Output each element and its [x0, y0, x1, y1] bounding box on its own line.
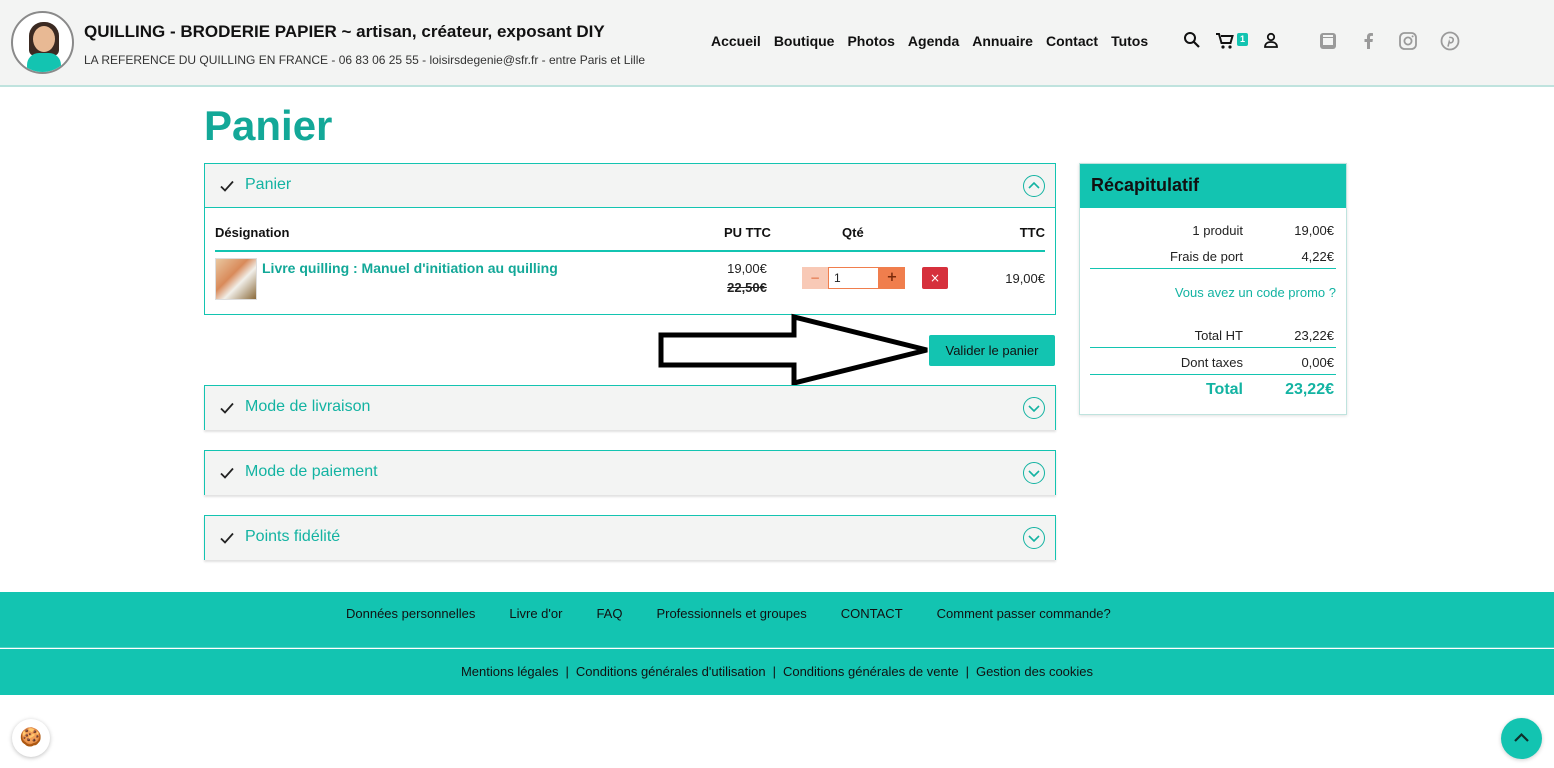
column-header-designation: Désignation [215, 225, 290, 240]
summary-row-total-ht: Total HT 23,22€ [1090, 322, 1336, 348]
summary-total-value: 23,22€ [1285, 381, 1334, 398]
chevron-down-icon[interactable] [1023, 527, 1045, 549]
scroll-to-top-button[interactable] [1501, 718, 1542, 759]
footer-link-legal-notice[interactable]: Mentions légales [461, 664, 559, 679]
delivery-panel[interactable]: Mode de livraison [204, 385, 1056, 430]
qty-decrement-button[interactable]: − [802, 267, 828, 289]
cart-count-badge: 1 [1237, 33, 1248, 46]
cookie-icon[interactable]: 🍪 [12, 719, 50, 757]
product-line-total: 19,00€ [1005, 271, 1045, 286]
facebook-icon[interactable] [1359, 31, 1379, 51]
footer-links-top: Données personnelles Livre d'or FAQ Prof… [346, 606, 1145, 621]
footer-link-faq[interactable]: FAQ [596, 606, 622, 621]
logo-body [27, 53, 61, 72]
footer-link-cookie-settings[interactable]: Gestion des cookies [976, 664, 1093, 679]
cart-icon[interactable] [1215, 31, 1235, 51]
nav-item-tutos[interactable]: Tutos [1111, 33, 1148, 49]
delivery-panel-header[interactable]: Mode de livraison [205, 386, 1055, 430]
nav-item-accueil[interactable]: Accueil [711, 33, 761, 49]
footer-link-personal-data[interactable]: Données personnelles [346, 606, 475, 621]
column-header-total: TTC [1019, 225, 1045, 240]
qty-increment-button[interactable]: + [879, 267, 905, 289]
nav-item-agenda[interactable]: Agenda [908, 33, 959, 49]
summary-row-shipping: Frais de port 4,22€ [1090, 243, 1336, 269]
annotation-arrow [658, 313, 928, 387]
payment-panel-title: Mode de paiement [245, 463, 378, 480]
footer-link-terms-of-sale[interactable]: Conditions générales de vente [783, 664, 959, 679]
nav-item-photos[interactable]: Photos [847, 33, 894, 49]
site-header: QUILLING - BRODERIE PAPIER ~ artisan, cr… [0, 0, 1554, 87]
product-old-price: 22,50€ [727, 280, 767, 295]
summary-row-total: Total 23,22€ [1090, 375, 1336, 401]
validate-cart-button[interactable]: Valider le panier [929, 335, 1055, 366]
footer-link-professionals[interactable]: Professionnels et groupes [656, 606, 806, 621]
payment-panel[interactable]: Mode de paiement [204, 450, 1056, 495]
summary-title: Récapitulatif [1091, 175, 1200, 195]
remove-item-button[interactable]: × [922, 267, 948, 289]
site-title[interactable]: QUILLING - BRODERIE PAPIER ~ artisan, cr… [84, 22, 605, 42]
loyalty-panel[interactable]: Points fidélité [204, 515, 1056, 560]
chevron-down-icon[interactable] [1023, 462, 1045, 484]
check-icon [220, 532, 234, 544]
instagram-icon[interactable] [1398, 31, 1418, 51]
product-unit-price: 19,00€ [727, 261, 767, 276]
pinterest-icon[interactable] [1440, 31, 1460, 51]
main-nav: Accueil Boutique Photos Agenda Annuaire … [711, 33, 1161, 49]
nav-item-boutique[interactable]: Boutique [774, 33, 835, 49]
footer-link-how-to-order[interactable]: Comment passer commande? [937, 606, 1111, 621]
promo-code-link[interactable]: Vous avez un code promo ? [1175, 285, 1336, 300]
summary-row-products: 1 produit 19,00€ [1090, 217, 1336, 243]
summary-shipping-label: Frais de port [1170, 249, 1243, 264]
nav-item-annuaire[interactable]: Annuaire [972, 33, 1033, 49]
check-icon [220, 180, 234, 192]
column-header-unit-price: PU TTC [724, 225, 771, 240]
summary-taxes-label: Dont taxes [1180, 355, 1243, 370]
youtube-icon[interactable] [1318, 31, 1338, 51]
loyalty-panel-header[interactable]: Points fidélité [205, 516, 1055, 560]
chevron-up-icon [1514, 732, 1529, 742]
summary-total-label: Total [1205, 381, 1243, 398]
cart-panel-header[interactable]: Panier [205, 164, 1055, 208]
summary-products-label: 1 produit [1192, 223, 1243, 238]
summary-products-value: 19,00€ [1294, 223, 1334, 238]
quantity-input[interactable]: 1 [828, 267, 879, 289]
site-subtitle: LA REFERENCE DU QUILLING EN FRANCE - 06 … [84, 53, 646, 67]
check-icon [220, 402, 234, 414]
footer-separator: | [965, 664, 969, 679]
order-summary: Récapitulatif 1 produit 19,00€ Frais de … [1079, 163, 1347, 415]
footer-link-contact[interactable]: CONTACT [841, 606, 903, 621]
footer-link-guestbook[interactable]: Livre d'or [509, 606, 562, 621]
payment-panel-header[interactable]: Mode de paiement [205, 451, 1055, 495]
summary-row-taxes: Dont taxes 0,00€ [1090, 349, 1336, 375]
logo-face [33, 26, 55, 52]
page-title: Panier [204, 102, 333, 149]
delivery-panel-title: Mode de livraison [245, 398, 371, 415]
column-header-qty: Qté [842, 225, 864, 240]
chevron-up-icon[interactable] [1023, 175, 1045, 197]
footer-legal-bar: Mentions légales | Conditions générales d'… [0, 649, 1554, 695]
summary-taxes-value: 0,00€ [1301, 355, 1334, 370]
footer-separator: | [565, 664, 569, 679]
table-header-divider [215, 250, 1045, 252]
cart-panel: Panier Désignation PU TTC Qté TTC Livre … [204, 163, 1056, 315]
product-thumbnail[interactable] [215, 258, 257, 300]
nav-item-contact[interactable]: Contact [1046, 33, 1098, 49]
site-logo[interactable] [11, 11, 74, 74]
footer-separator: | [772, 664, 776, 679]
summary-shipping-value: 4,22€ [1301, 249, 1334, 264]
user-icon[interactable] [1262, 31, 1282, 51]
search-icon[interactable] [1183, 31, 1203, 51]
cart-panel-title: Panier [245, 176, 292, 193]
footer-links-bottom: Mentions légales | Conditions générales d'… [0, 664, 1554, 679]
footer-links-bar: Données personnelles Livre d'or FAQ Prof… [0, 592, 1554, 648]
footer-link-terms-of-use[interactable]: Conditions générales d'utilisation [576, 664, 766, 679]
loyalty-panel-title: Points fidélité [245, 528, 341, 545]
product-name-link[interactable]: Livre quilling : Manuel d'initiation au … [262, 260, 558, 276]
summary-total-ht-value: 23,22€ [1294, 328, 1334, 343]
summary-header: Récapitulatif [1080, 164, 1346, 208]
check-icon [220, 467, 234, 479]
chevron-down-icon[interactable] [1023, 397, 1045, 419]
summary-total-ht-label: Total HT [1194, 328, 1243, 343]
